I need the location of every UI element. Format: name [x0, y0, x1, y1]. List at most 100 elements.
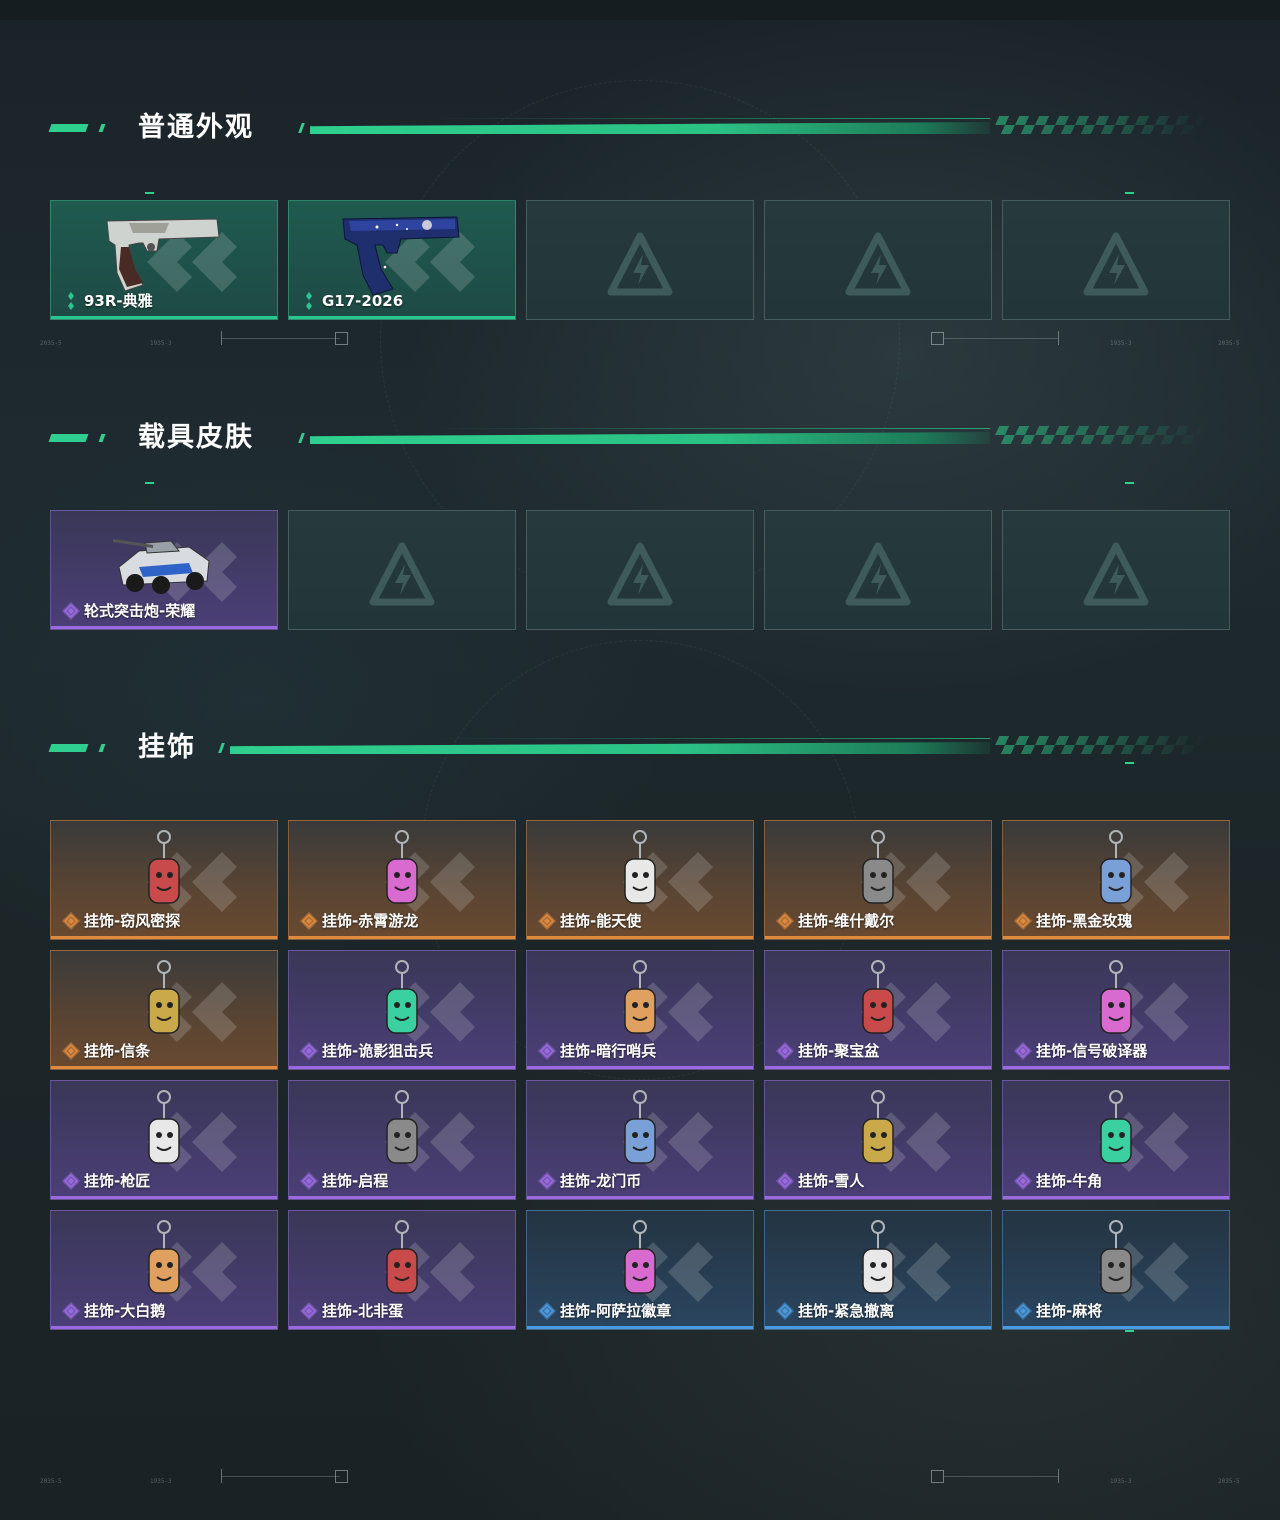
- rarity-bar: [527, 1196, 753, 1199]
- charm-icon: [386, 960, 418, 1034]
- top-bar: [0, 0, 1280, 20]
- item-label-row: 挂饰-黑金玫瑰: [1013, 910, 1132, 931]
- header-line: [430, 118, 990, 119]
- rarity-icon: [776, 1301, 794, 1320]
- item-card[interactable]: 挂饰-大白鹅: [50, 1210, 278, 1330]
- item-card[interactable]: 挂饰-维什戴尔: [764, 820, 992, 940]
- item-card[interactable]: 挂饰-雪人: [764, 1080, 992, 1200]
- item-card[interactable]: 挂饰-暗行哨兵: [526, 950, 754, 1070]
- rarity-bar: [289, 936, 515, 939]
- item-label: 挂饰-雪人: [798, 1172, 865, 1190]
- item-card[interactable]: 挂饰-黑金玫瑰: [1002, 820, 1230, 940]
- item-card[interactable]: 挂饰-启程: [288, 1080, 516, 1200]
- item-card[interactable]: 挂饰-信条: [50, 950, 278, 1070]
- section-header: 挂饰: [48, 730, 1210, 766]
- logo-watermark-icon: [843, 540, 913, 610]
- item-grid: 93R-典雅 G17-2026: [50, 200, 1230, 320]
- hud-dash: [1125, 192, 1134, 194]
- rarity-bar: [51, 936, 277, 939]
- item-label: 挂饰-紧急撤离: [798, 1302, 895, 1320]
- item-card[interactable]: 挂饰-龙门币: [526, 1080, 754, 1200]
- rarity-icon: [538, 1041, 556, 1060]
- item-card[interactable]: 挂饰-信号破译器: [1002, 950, 1230, 1070]
- item-card[interactable]: 挂饰-赤霄游龙: [288, 820, 516, 940]
- item-card[interactable]: 挂饰-聚宝盆: [764, 950, 992, 1070]
- item-card[interactable]: 93R-典雅: [50, 200, 278, 320]
- item-label: 轮式突击炮-荣耀: [84, 602, 196, 620]
- item-label: 挂饰-大白鹅: [84, 1302, 166, 1320]
- charm-icon: [862, 960, 894, 1034]
- item-card[interactable]: 挂饰-窃风密探: [50, 820, 278, 940]
- hud-label: 1935-3: [150, 340, 172, 347]
- header-accent: [298, 433, 305, 443]
- rarity-icon: [62, 1171, 80, 1190]
- rarity-icon: [1014, 1041, 1032, 1060]
- charm-icon: [386, 830, 418, 904]
- logo-watermark-icon: [1081, 230, 1151, 300]
- item-label: G17-2026: [322, 292, 404, 310]
- rarity-icon: [538, 1301, 556, 1320]
- header-accent: [48, 124, 89, 132]
- charm-icon: [148, 960, 180, 1034]
- header-checker: [990, 426, 1210, 444]
- hud-line: [222, 338, 340, 339]
- item-label-row: 挂饰-赤霄游龙: [299, 910, 418, 931]
- item-card[interactable]: 挂饰-麻将: [1002, 1210, 1230, 1330]
- item-label: 挂饰-聚宝盆: [798, 1042, 880, 1060]
- item-label: 挂饰-枪匠: [84, 1172, 151, 1190]
- hud-dash: [1125, 482, 1134, 484]
- item-label-row: 挂饰-阿萨拉徽章: [537, 1300, 671, 1321]
- empty-slot: [1002, 200, 1230, 320]
- item-label-row: 挂饰-信号破译器: [1013, 1040, 1147, 1061]
- item-label-row: 挂饰-诡影狙击兵: [299, 1040, 433, 1061]
- item-card[interactable]: G17-2026: [288, 200, 516, 320]
- logo-watermark-icon: [843, 230, 913, 300]
- item-label: 挂饰-能天使: [560, 912, 642, 930]
- header-accent: [98, 744, 106, 752]
- hud-tick: [221, 1469, 222, 1483]
- section-header: 载具皮肤: [48, 420, 1210, 456]
- item-label-row: 挂饰-龙门币: [537, 1170, 641, 1191]
- charm-icon: [862, 830, 894, 904]
- charm-icon: [1100, 1090, 1132, 1164]
- hud-box: [335, 1470, 348, 1483]
- section-header: 普通外观: [48, 110, 1210, 146]
- item-card[interactable]: 挂饰-枪匠: [50, 1080, 278, 1200]
- empty-slot: [1002, 510, 1230, 630]
- item-card[interactable]: 挂饰-能天使: [526, 820, 754, 940]
- rarity-icon: [538, 1171, 556, 1190]
- item-card[interactable]: 轮式突击炮-荣耀: [50, 510, 278, 630]
- rarity-bar: [289, 1326, 515, 1329]
- hud-box: [335, 332, 348, 345]
- item-card[interactable]: 挂饰-北非蛋: [288, 1210, 516, 1330]
- item-card[interactable]: 挂饰-牛角: [1002, 1080, 1230, 1200]
- item-label-row: 挂饰-大白鹅: [61, 1300, 165, 1321]
- item-label-row: 挂饰-能天使: [537, 910, 641, 931]
- charm-icon: [1100, 830, 1132, 904]
- empty-slot: [526, 200, 754, 320]
- rarity-icon: [300, 1301, 318, 1320]
- item-label: 挂饰-信号破译器: [1036, 1042, 1148, 1060]
- charm-icon: [148, 1090, 180, 1164]
- hud-tick: [221, 331, 222, 345]
- item-card[interactable]: 挂饰-诡影狙击兵: [288, 950, 516, 1070]
- hud-tick: [1058, 1469, 1059, 1483]
- rarity-bar: [289, 316, 515, 319]
- hud-label: 1935-3: [1110, 340, 1132, 347]
- hud-label: 2035-5: [1218, 1478, 1240, 1485]
- item-card[interactable]: 挂饰-紧急撤离: [764, 1210, 992, 1330]
- rarity-bar: [765, 936, 991, 939]
- rarity-bar: [51, 1326, 277, 1329]
- charm-icon: [624, 960, 656, 1034]
- rarity-bar: [289, 1066, 515, 1069]
- header-checker: [990, 116, 1210, 134]
- rarity-icon: [62, 1041, 80, 1060]
- header-checker: [990, 736, 1210, 754]
- charm-icon: [386, 1220, 418, 1294]
- empty-slot: [288, 510, 516, 630]
- section-title: 载具皮肤: [138, 422, 254, 453]
- hud-label: 2035-5: [40, 340, 62, 347]
- item-card[interactable]: 挂饰-阿萨拉徽章: [526, 1210, 754, 1330]
- item-label: 挂饰-牛角: [1036, 1172, 1103, 1190]
- item-label-row: 挂饰-暗行哨兵: [537, 1040, 656, 1061]
